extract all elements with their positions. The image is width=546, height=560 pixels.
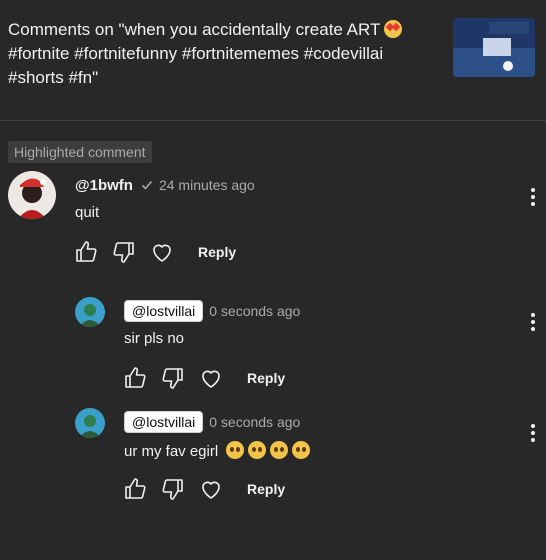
comment-actions: Reply: [74, 240, 236, 264]
heart-icon[interactable]: [199, 477, 223, 501]
reply-time[interactable]: 0 seconds ago: [209, 414, 300, 430]
comment-1: @1bwfn 24 minutes ago quit: [75, 172, 255, 222]
reply-1: @lostvillai 0 seconds ago sir pls no: [124, 298, 300, 347]
more-options-icon[interactable]: [530, 186, 536, 208]
more-options-icon[interactable]: [530, 422, 536, 444]
like-icon[interactable]: [123, 366, 147, 390]
reply-author[interactable]: @lostvillai: [124, 300, 204, 322]
pleading-face-emoji: [226, 441, 245, 459]
like-icon[interactable]: [123, 477, 147, 501]
dislike-icon[interactable]: [112, 240, 136, 264]
check-icon: [141, 180, 153, 190]
reply-2: @lostvillai 0 seconds ago ur my fav egir…: [124, 409, 311, 460]
pleading-face-emoji: [270, 441, 289, 459]
comments-title: Comments on "when you accidentally creat…: [8, 18, 438, 90]
avatar-lostvillai[interactable]: [75, 408, 105, 438]
header-divider: [0, 120, 546, 121]
reply-button[interactable]: Reply: [247, 481, 285, 497]
reply-text: ur my fav egirl: [124, 443, 219, 460]
avatar-1bwfn[interactable]: [8, 171, 56, 219]
pleading-face-emoji: [292, 441, 311, 459]
comment-time[interactable]: 24 minutes ago: [159, 177, 255, 193]
title-line-2: #fortnite #fortnitefunny #fortnitememes …: [8, 44, 384, 63]
reply-button[interactable]: Reply: [198, 244, 236, 260]
pleading-face-emoji: [248, 441, 267, 459]
reply-time[interactable]: 0 seconds ago: [209, 303, 300, 319]
reply-actions: Reply: [123, 477, 285, 501]
reply-text: sir pls no: [124, 330, 185, 347]
heart-icon[interactable]: [150, 240, 174, 264]
reply-button[interactable]: Reply: [247, 370, 285, 386]
reply-author[interactable]: @lostvillai: [124, 411, 204, 433]
reply-actions: Reply: [123, 366, 285, 390]
comment-author[interactable]: @1bwfn: [75, 177, 133, 194]
heart-eyes-emoji: [384, 20, 403, 38]
highlighted-comment-badge: Highlighted comment: [8, 141, 152, 163]
reply-text-row: ur my fav egirl: [124, 441, 311, 460]
comment-text: quit: [75, 204, 100, 221]
video-thumbnail[interactable]: [453, 18, 535, 77]
dislike-icon[interactable]: [161, 477, 185, 501]
title-line-3: #shorts #fn": [8, 68, 99, 87]
avatar-lostvillai[interactable]: [75, 297, 105, 327]
title-line-1: Comments on "when you accidentally creat…: [8, 20, 381, 39]
dislike-icon[interactable]: [161, 366, 185, 390]
heart-icon[interactable]: [199, 366, 223, 390]
like-icon[interactable]: [74, 240, 98, 264]
more-options-icon[interactable]: [530, 311, 536, 333]
